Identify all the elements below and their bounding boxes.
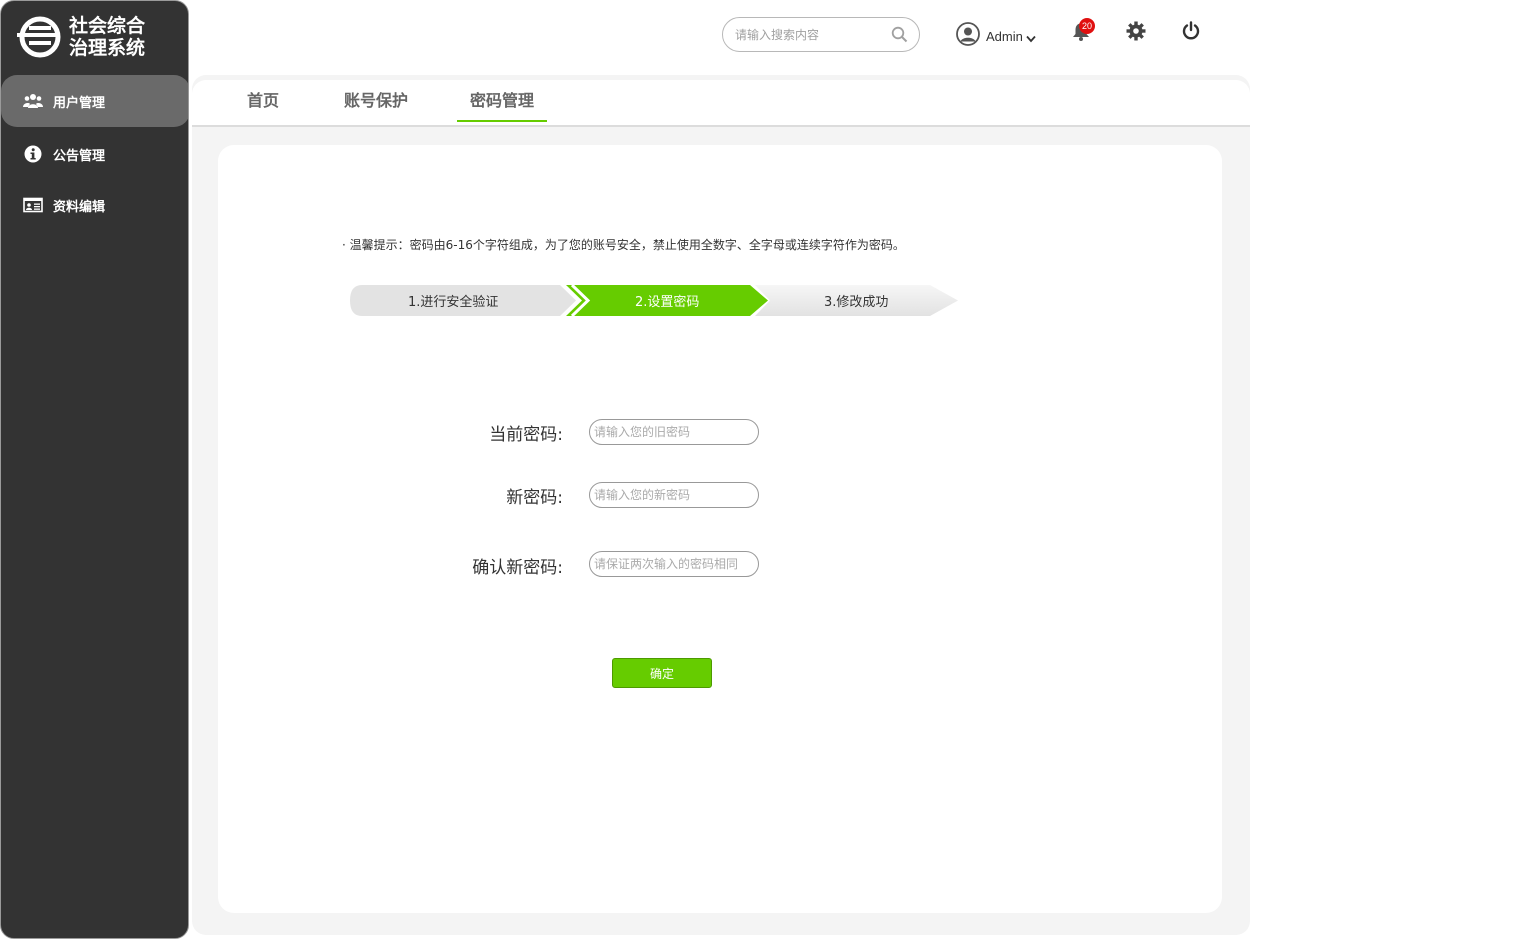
chevron-down-icon (1026, 28, 1036, 47)
user-name: Admin (986, 28, 1023, 44)
user-avatar-icon (956, 22, 980, 50)
new-password-input[interactable] (589, 482, 759, 508)
app-title: 社会综合 治理系统 (69, 15, 145, 59)
tab-bar: 首页 账号保护 密码管理 (192, 80, 1250, 127)
sidebar-item-user-management[interactable]: 用户管理 (1, 75, 188, 127)
tab-password-management[interactable]: 密码管理 (457, 90, 547, 122)
app-title-line1: 社会综合 (69, 15, 146, 37)
tab-account-protection[interactable]: 账号保护 (343, 90, 409, 120)
info-icon (23, 144, 43, 164)
confirm-password-input[interactable] (589, 551, 759, 577)
step-3-label: 3.修改成功 (824, 295, 889, 310)
search-icon[interactable] (891, 26, 908, 47)
tab-home[interactable]: 首页 (246, 90, 280, 120)
app-title-line2: 治理系统 (69, 37, 146, 59)
users-icon (23, 91, 43, 111)
sidebar-item-label: 公告管理 (53, 148, 106, 164)
sidebar-item-label: 用户管理 (53, 95, 106, 111)
search-input[interactable] (733, 26, 887, 43)
sidebar: 社会综合 治理系统 用户管理 公告管理 资料编辑 (0, 0, 189, 939)
new-password-label: 新密码: (506, 488, 563, 508)
confirm-password-label: 确认新密码: (472, 558, 563, 578)
step-2-label: 2.设置密码 (635, 295, 700, 310)
power-icon[interactable] (1181, 21, 1201, 45)
id-card-icon (23, 195, 43, 215)
sidebar-item-label: 资料编辑 (53, 199, 106, 215)
search-box (722, 17, 920, 52)
gear-icon[interactable] (1126, 21, 1146, 45)
current-password-label: 当前密码: (489, 425, 563, 445)
notification-badge: 20 (1079, 18, 1095, 34)
app-logo: 社会综合 治理系统 (15, 15, 145, 59)
confirm-button[interactable]: 确定 (612, 658, 712, 688)
sidebar-item-profile-edit[interactable]: 资料编辑 (1, 179, 188, 231)
logo-icon (17, 16, 61, 58)
current-password-input[interactable] (589, 419, 759, 445)
user-menu[interactable]: Admin (956, 22, 1036, 50)
step-1-label: 1.进行安全验证 (408, 295, 499, 310)
content-card (218, 145, 1222, 913)
sidebar-item-announcements[interactable]: 公告管理 (1, 128, 188, 180)
password-tip: · 温馨提示：密码由6-16个字符组成，为了您的账号安全，禁止使用全数字、全字母… (342, 238, 905, 252)
